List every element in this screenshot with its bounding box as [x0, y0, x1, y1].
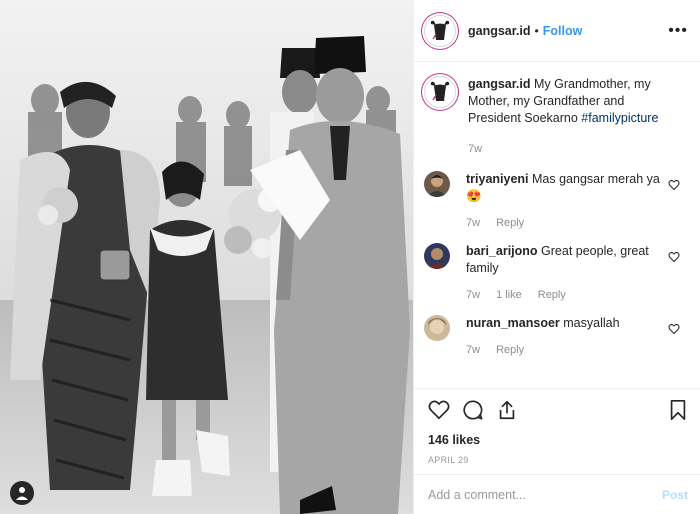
likes-count[interactable]: 146 likes [428, 433, 688, 447]
owner-avatar[interactable] [424, 14, 456, 47]
header-separator: • [534, 23, 539, 38]
owner-username[interactable]: gangsar.id [468, 24, 531, 38]
comments-list[interactable]: gangsar.id My Grandmother, my Mother, my… [414, 62, 700, 388]
comment-text: triyaniyeni Mas gangsar merah ya 😍 [466, 171, 666, 205]
comment-text: bari_arijono Great people, great family [466, 243, 666, 277]
more-options-icon[interactable]: ••• [668, 22, 688, 40]
like-comment-heart-icon[interactable] [668, 323, 680, 335]
commenter-avatar[interactable] [424, 315, 450, 341]
comment-content: Mas gangsar merah ya [532, 172, 660, 186]
heart-eyes-emoji: 😍 [466, 189, 482, 203]
post-comment-button[interactable]: Post [662, 488, 688, 502]
comment-meta: 7w Reply [466, 217, 666, 229]
caption-meta: 7w [468, 143, 666, 155]
family-photo-image [0, 0, 413, 514]
bull-logo-icon [430, 20, 450, 40]
caption-text: gangsar.id My Grandmother, my Mother, my… [468, 76, 666, 127]
user-tag-button[interactable] [10, 481, 34, 505]
caption-avatar[interactable] [424, 76, 456, 108]
person-icon [16, 487, 28, 500]
comment-username[interactable]: nuran_mansoer [466, 316, 560, 330]
profile-photo-icon [424, 243, 450, 269]
comment-likes[interactable]: 1 like [496, 289, 522, 301]
reply-button[interactable]: Reply [496, 344, 524, 356]
profile-photo-icon [424, 315, 450, 341]
commenter-avatar[interactable] [424, 243, 450, 269]
comment-composer: Post [414, 474, 700, 514]
comment-item: bari_arijono Great people, great family … [424, 243, 686, 301]
post-side-panel: gangsar.id • Follow ••• gangsar.id My Gr… [413, 0, 700, 514]
like-comment-heart-icon[interactable] [668, 251, 680, 263]
caption-username[interactable]: gangsar.id [468, 77, 531, 91]
bull-logo-icon [430, 81, 450, 101]
comment-body: triyaniyeni Mas gangsar merah ya 😍 7w Re… [466, 171, 686, 229]
profile-photo-icon [424, 171, 450, 197]
follow-button[interactable]: Follow [543, 24, 583, 38]
comment-time[interactable]: 7w [466, 344, 480, 356]
comment-username[interactable]: bari_arijono [466, 244, 538, 258]
like-heart-icon[interactable] [428, 399, 450, 421]
caption: gangsar.id My Grandmother, my Mother, my… [424, 76, 686, 155]
comment-time[interactable]: 7w [466, 289, 480, 301]
post-photo[interactable] [0, 0, 413, 514]
comment-username[interactable]: triyaniyeni [466, 172, 529, 186]
action-icons-row [428, 399, 688, 421]
comment-bubble-icon[interactable] [462, 399, 484, 421]
like-comment-heart-icon[interactable] [668, 179, 680, 191]
comment-meta: 7w Reply [466, 344, 666, 356]
reply-button[interactable]: Reply [538, 289, 566, 301]
comment-body: bari_arijono Great people, great family … [466, 243, 686, 301]
caption-body: gangsar.id My Grandmother, my Mother, my… [468, 76, 686, 155]
comment-content: masyallah [563, 316, 620, 330]
post-date[interactable]: APRIL 29 [428, 455, 688, 465]
comment-body: nuran_mansoer masyallah 7w Reply [466, 315, 686, 356]
caption-time[interactable]: 7w [468, 143, 482, 155]
add-comment-input[interactable] [428, 487, 662, 502]
commenter-avatar[interactable] [424, 171, 450, 197]
comment-meta: 7w 1 like Reply [466, 289, 666, 301]
share-upload-icon[interactable] [496, 399, 518, 421]
reply-button[interactable]: Reply [496, 217, 524, 229]
post-header: gangsar.id • Follow ••• [414, 0, 700, 62]
bookmark-icon[interactable] [668, 399, 688, 421]
comment-item: triyaniyeni Mas gangsar merah ya 😍 7w Re… [424, 171, 686, 229]
caption-hashtag[interactable]: #familypicture [581, 111, 658, 125]
comment-item: nuran_mansoer masyallah 7w Reply [424, 315, 686, 356]
comment-time[interactable]: 7w [466, 217, 480, 229]
comment-text: nuran_mansoer masyallah [466, 315, 666, 332]
